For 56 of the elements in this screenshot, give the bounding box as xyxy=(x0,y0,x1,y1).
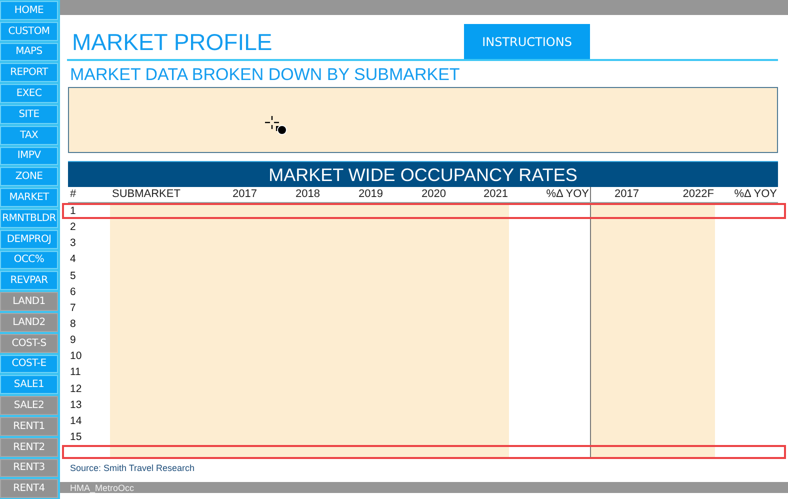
row-number: 10 xyxy=(69,349,83,364)
row-number: 5 xyxy=(69,268,77,284)
column-header: 2021 xyxy=(482,187,509,202)
instructions-button[interactable]: INSTRUCTIONS xyxy=(464,24,590,59)
column-header: %Δ YOY xyxy=(733,187,778,202)
section-title: MARKET DATA BROKEN DOWN BY SUBMARKET xyxy=(69,64,461,86)
nav-button[interactable]: RMNTBLDR xyxy=(0,208,58,228)
column-header: # xyxy=(69,187,78,202)
nav-button[interactable]: IMPV xyxy=(0,146,58,166)
row-number: 14 xyxy=(69,414,83,429)
nav-button[interactable]: OCC% xyxy=(0,250,58,270)
row-number: 9 xyxy=(69,333,77,348)
row-number: 3 xyxy=(69,236,77,252)
nav-button[interactable]: RENT2 xyxy=(0,438,58,457)
column-header: 2019 xyxy=(358,187,384,202)
nav-button[interactable]: COST-S xyxy=(0,334,58,353)
sheet-tab[interactable]: HMA_MetroOcc xyxy=(70,482,134,492)
column-header: 2020 xyxy=(420,187,447,202)
row-number: 6 xyxy=(69,284,77,300)
nav-button[interactable]: SITE xyxy=(0,104,58,124)
nav-button[interactable]: MAPS xyxy=(0,42,58,62)
column-header: 2017 xyxy=(590,187,640,202)
source-note: Source: Smith Travel Research xyxy=(69,462,196,474)
nav-button[interactable]: RENT4 xyxy=(0,479,58,498)
nav-button[interactable]: COST-E xyxy=(0,354,58,374)
nav-button[interactable]: HOME xyxy=(0,1,58,20)
table-title: MARKET WIDE OCCUPANCY RATES xyxy=(68,161,778,187)
nav-button[interactable]: ZONE xyxy=(0,167,58,186)
row-number: 11 xyxy=(69,365,82,380)
column-header: %Δ YOY xyxy=(545,187,590,202)
row-number: 2 xyxy=(69,220,77,236)
nav-button[interactable]: LAND2 xyxy=(0,312,58,332)
nav-button[interactable]: REVPAR xyxy=(0,271,58,290)
row-number: 1 xyxy=(69,204,77,219)
column-header: 2018 xyxy=(294,187,321,202)
column-header: 2017 xyxy=(232,187,258,202)
nav-button[interactable]: LAND1 xyxy=(0,292,58,311)
nav-button[interactable]: RENT3 xyxy=(0,458,58,478)
nav-button[interactable]: TAX xyxy=(0,126,58,145)
nav-button[interactable]: SALE2 xyxy=(0,396,58,415)
nav-button[interactable]: EXEC xyxy=(0,84,58,103)
nav-button[interactable]: CUSTOM xyxy=(0,22,58,41)
row-number: 7 xyxy=(69,300,77,316)
row-number: 13 xyxy=(69,398,83,413)
nav-button[interactable]: SALE1 xyxy=(0,375,58,394)
nav-button[interactable]: DEMPROJ xyxy=(0,230,58,249)
column-header: 2022F xyxy=(682,187,715,202)
nav-button[interactable]: REPORT xyxy=(0,63,58,82)
nav-button[interactable]: MARKET xyxy=(0,188,58,207)
row-number: 15 xyxy=(69,430,83,445)
nav-button[interactable]: RENT1 xyxy=(0,416,58,436)
row-number: 12 xyxy=(69,382,83,397)
column-header: SUBMARKET xyxy=(111,187,182,202)
row-number: 8 xyxy=(69,316,77,332)
row-number: 4 xyxy=(69,252,77,268)
page-title: MARKET PROFILE xyxy=(71,29,272,57)
